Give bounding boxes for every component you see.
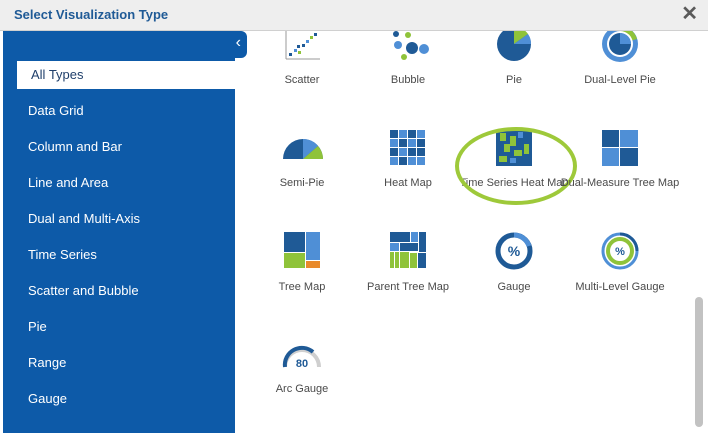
dual-measure-tree-map-icon bbox=[602, 130, 638, 166]
sidebar-item-all-types[interactable]: All Types bbox=[17, 61, 235, 89]
sidebar-item-line-and-area[interactable]: Line and Area bbox=[28, 169, 108, 197]
tile-label: Scatter bbox=[284, 74, 320, 86]
tile-parent-tree-map[interactable]: Parent Tree Map bbox=[348, 232, 468, 302]
sidebar-item-column-and-bar[interactable]: Column and Bar bbox=[28, 133, 122, 161]
tile-label: Multi-Level Gauge bbox=[575, 281, 665, 293]
tile-bubble[interactable]: Bubble bbox=[348, 31, 468, 91]
parent-tree-map-icon bbox=[390, 232, 426, 268]
multi-level-gauge-icon: % bbox=[601, 232, 639, 270]
semi-pie-icon bbox=[283, 139, 323, 159]
tile-label: Time Series Heat Map bbox=[459, 177, 569, 189]
gauge-glyph: % bbox=[615, 246, 625, 258]
sidebar-item-time-series[interactable]: Time Series bbox=[28, 241, 97, 269]
pie-chart-icon bbox=[497, 31, 532, 61]
tile-multi-level-gauge[interactable]: % Multi-Level Gauge bbox=[560, 232, 680, 302]
time-series-heat-map-icon bbox=[496, 130, 532, 166]
tile-heat-map[interactable]: Heat Map bbox=[348, 128, 468, 208]
arc-gauge-icon: 80 bbox=[282, 345, 321, 370]
close-icon[interactable]: ✕ bbox=[681, 4, 698, 24]
tile-pie[interactable]: Pie bbox=[454, 31, 574, 91]
tile-label: Pie bbox=[506, 74, 522, 86]
chevron-left-icon: ‹ bbox=[235, 34, 241, 51]
tile-label: Tree Map bbox=[278, 281, 326, 293]
tile-label: Semi-Pie bbox=[279, 177, 325, 189]
tile-arc-gauge[interactable]: 80 Arc Gauge bbox=[242, 343, 362, 405]
dialog-titlebar: Select Visualization Type ✕ bbox=[0, 0, 708, 31]
sidebar-item-pie[interactable]: Pie bbox=[28, 313, 47, 341]
dialog-title: Select Visualization Type bbox=[14, 7, 169, 22]
tile-dual-level-pie[interactable]: Dual-Level Pie bbox=[560, 31, 680, 91]
gauge-glyph: % bbox=[508, 243, 521, 259]
sidebar-item-scatter-and-bubble[interactable]: Scatter and Bubble bbox=[28, 277, 139, 305]
dual-level-pie-icon bbox=[602, 31, 638, 62]
gauge-glyph: 80 bbox=[296, 358, 308, 370]
tile-semi-pie[interactable]: Semi-Pie bbox=[242, 128, 362, 208]
tile-time-series-heat-map[interactable]: Time Series Heat Map bbox=[454, 128, 574, 208]
tile-label: Bubble bbox=[390, 74, 426, 86]
tile-label: Dual-Measure Tree Map bbox=[560, 177, 680, 189]
tree-map-icon bbox=[284, 232, 320, 268]
tile-scatter[interactable]: Scatter bbox=[242, 31, 362, 91]
tile-gauge[interactable]: % Gauge bbox=[454, 232, 574, 302]
gauge-icon: % bbox=[495, 232, 533, 270]
sidebar-item-dual-and-multi-axis[interactable]: Dual and Multi-Axis bbox=[28, 205, 140, 233]
tile-dual-measure-tree-map[interactable]: Dual-Measure Tree Map bbox=[560, 128, 680, 208]
scrollbar-thumb[interactable] bbox=[695, 297, 703, 427]
tile-label: Heat Map bbox=[384, 177, 432, 189]
collapse-sidebar-button[interactable]: ‹ bbox=[3, 31, 247, 58]
bubble-chart-icon bbox=[393, 31, 429, 60]
scatter-chart-icon bbox=[285, 31, 320, 60]
heat-map-icon bbox=[390, 130, 425, 165]
tile-label: Arc Gauge bbox=[275, 383, 329, 395]
sidebar-item-range[interactable]: Range bbox=[28, 349, 66, 377]
tile-label: Parent Tree Map bbox=[367, 281, 449, 293]
tile-tree-map[interactable]: Tree Map bbox=[242, 232, 362, 302]
sidebar-item-gauge[interactable]: Gauge bbox=[28, 385, 67, 413]
tile-label: Dual-Level Pie bbox=[584, 74, 656, 86]
tile-label: Gauge bbox=[497, 281, 531, 293]
sidebar-item-data-grid[interactable]: Data Grid bbox=[28, 97, 84, 125]
